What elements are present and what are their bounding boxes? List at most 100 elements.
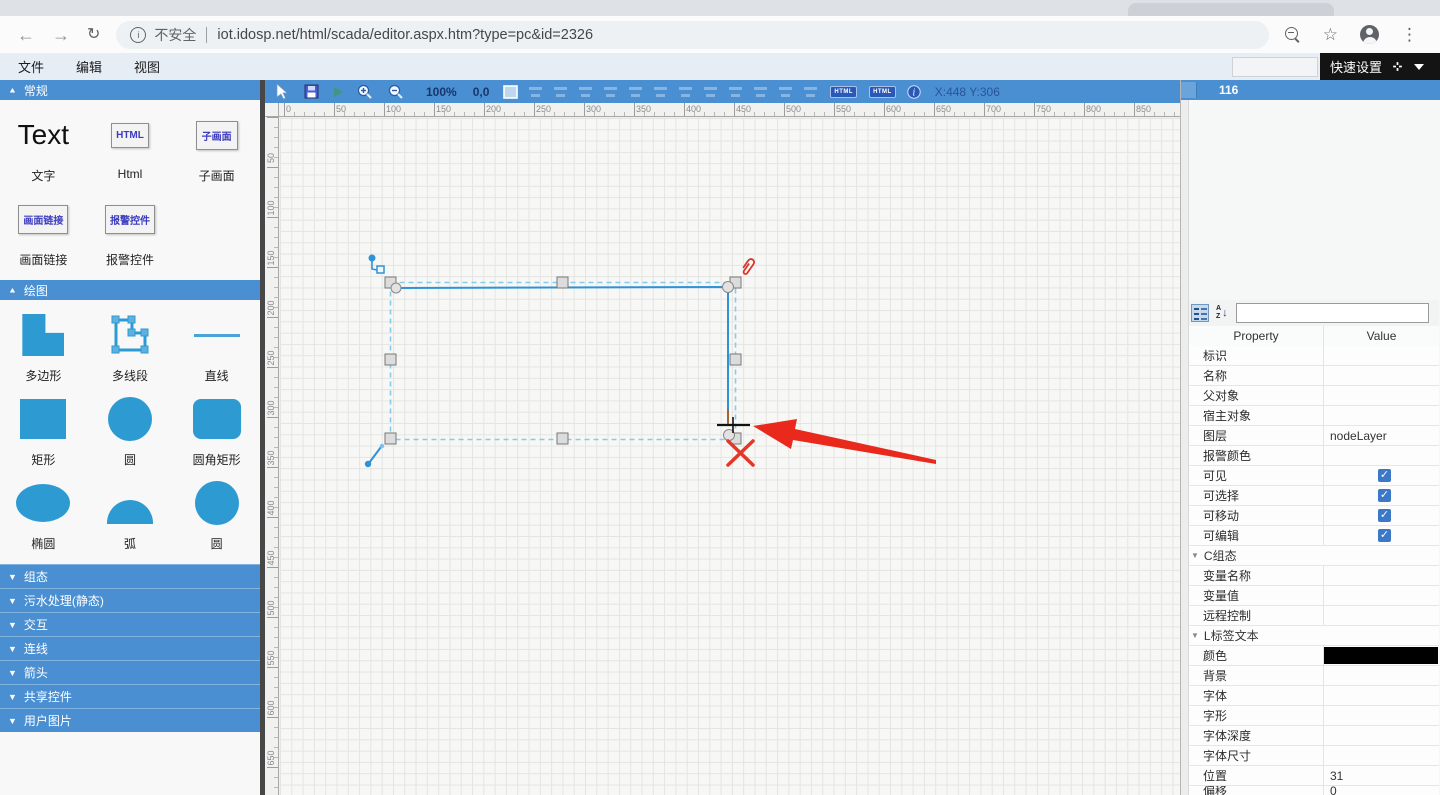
info-icon[interactable]: i [907, 84, 921, 99]
palette-item-rect[interactable]: 矩形 [0, 396, 87, 468]
align-left-icon[interactable] [578, 86, 593, 98]
palette-item-sub-screen[interactable]: 子画面 子画面 [173, 112, 260, 184]
palette-item-rounded-rect[interactable]: 圆角矩形 [173, 396, 260, 468]
property-filter-input[interactable] [1235, 303, 1429, 323]
property-value-3[interactable] [1323, 406, 1439, 425]
property-value-2[interactable] [1323, 386, 1439, 405]
selection-handle[interactable] [729, 353, 742, 366]
categorized-view-icon[interactable] [1191, 304, 1209, 322]
browser-tab[interactable] [1128, 3, 1334, 16]
preview-html-icon[interactable]: HTML [869, 85, 896, 98]
bookmark-star-icon[interactable]: ☆ [1323, 26, 1338, 43]
page-info-icon[interactable]: i [130, 26, 147, 43]
checkbox-checked[interactable]: ✓ [1378, 529, 1391, 542]
reload-icon[interactable]: ↻ [87, 26, 100, 43]
same-height-icon[interactable] [753, 86, 768, 98]
panel-scroll-gutter[interactable] [1181, 100, 1189, 795]
property-value-18[interactable] [1323, 706, 1439, 725]
property-value-22[interactable]: 0 [1323, 786, 1439, 795]
section-header-gongxiangkongjian[interactable]: ▼ 共享控件 [0, 684, 260, 708]
property-value-19[interactable] [1323, 726, 1439, 745]
property-value-6[interactable]: ✓ [1323, 466, 1439, 485]
property-value-8[interactable]: ✓ [1323, 506, 1439, 525]
property-value-13[interactable] [1323, 606, 1439, 625]
palette-item-circle-2[interactable]: 圆 [173, 480, 260, 552]
section-header-general[interactable]: ▲ 常规 [0, 80, 260, 100]
palette-item-arc[interactable]: 弧 [87, 480, 174, 552]
section-header-yonghutupian[interactable]: ▼ 用户图片 [0, 708, 260, 732]
align-bottom-icon[interactable] [703, 86, 718, 98]
checkbox-checked[interactable]: ✓ [1378, 489, 1391, 502]
group-collapse-icon[interactable]: ▼ [1191, 551, 1199, 560]
palette-item-ellipse[interactable]: 椭圆 [0, 480, 87, 552]
distribute-vertical-icon[interactable] [803, 86, 818, 98]
property-value-21[interactable]: 31 [1323, 766, 1439, 785]
dock-icon[interactable] [1391, 60, 1404, 73]
palette-item-text[interactable]: Text 文字 [0, 112, 87, 184]
section-header-drawing[interactable]: ▲ 绘图 [0, 280, 260, 300]
selection-handle[interactable] [556, 432, 569, 445]
property-value-7[interactable]: ✓ [1323, 486, 1439, 505]
url-field[interactable]: i 不安全 iot.idosp.net/html/scada/editor.as… [116, 20, 1269, 49]
palette-item-html[interactable]: HTML Html [87, 112, 174, 184]
selection-handle[interactable] [384, 432, 397, 445]
alarm-widget-button[interactable]: 报警控件 [104, 204, 155, 234]
editor-canvas[interactable] [280, 118, 1180, 795]
section-header-wushuichuli[interactable]: ▼ 污水处理(静态) [0, 588, 260, 612]
property-value-0[interactable] [1323, 346, 1439, 365]
sort-alphabetical-icon[interactable]: A Z ↓ [1216, 305, 1228, 321]
save-icon[interactable] [304, 84, 319, 99]
color-swatch[interactable] [1324, 647, 1438, 664]
menu-inset-field[interactable] [1232, 57, 1318, 77]
canvas-settings-icon[interactable] [503, 84, 519, 99]
checkbox-checked[interactable]: ✓ [1378, 469, 1391, 482]
menu-item-2[interactable]: 视图 [134, 57, 160, 76]
section-header-jiaohu[interactable]: ▼ 交互 [0, 612, 260, 636]
property-value-1[interactable] [1323, 366, 1439, 385]
section-header-zutai[interactable]: ▼ 组态 [0, 564, 260, 588]
forward-icon[interactable]: → [52, 26, 70, 44]
ungroup-icon[interactable] [553, 86, 568, 98]
selection-handle[interactable] [384, 353, 397, 366]
export-html-icon[interactable]: HTML [830, 85, 858, 98]
polyline-vertex-node[interactable] [722, 281, 734, 293]
align-top-icon[interactable] [653, 86, 668, 98]
property-value-11[interactable] [1323, 566, 1439, 585]
property-value-15[interactable] [1323, 646, 1439, 665]
selection-handle[interactable] [556, 276, 569, 289]
palette-item-polyline[interactable]: 多线段 [87, 312, 174, 384]
menu-item-0[interactable]: 文件 [18, 57, 44, 76]
align-right-icon[interactable] [628, 86, 643, 98]
property-value-4[interactable]: nodeLayer [1323, 426, 1439, 445]
html-button[interactable]: HTML [111, 122, 149, 148]
polyline-vertex-node[interactable] [390, 282, 402, 294]
run-preview-icon[interactable] [333, 86, 344, 98]
palette-item-circle[interactable]: 圆 [87, 396, 174, 468]
section-header-lianxian[interactable]: ▼ 连线 [0, 636, 260, 660]
zoom-indicator-icon[interactable] [1284, 26, 1301, 43]
property-value-5[interactable] [1323, 446, 1439, 465]
sub-screen-button[interactable]: 子画面 [195, 120, 238, 150]
quick-settings-dropdown-icon[interactable] [1414, 63, 1425, 70]
palette-item-line[interactable]: 直线 [173, 312, 260, 384]
palette-item-polygon[interactable]: 多边形 [0, 312, 87, 384]
pointer-tool-icon[interactable] [274, 83, 290, 100]
menu-item-1[interactable]: 编辑 [76, 57, 102, 76]
zoom-out-icon[interactable] [388, 84, 404, 100]
section-header-jiantou[interactable]: ▼ 箭头 [0, 660, 260, 684]
checkbox-checked[interactable]: ✓ [1378, 509, 1391, 522]
property-value-20[interactable] [1323, 746, 1439, 765]
align-center-icon[interactable] [603, 86, 618, 98]
align-middle-icon[interactable] [678, 86, 693, 98]
group-icon[interactable] [528, 86, 543, 98]
profile-avatar[interactable] [1360, 25, 1379, 44]
screen-link-button[interactable]: 画面链接 [18, 204, 69, 234]
panel-header-button[interactable] [1181, 82, 1197, 98]
property-value-9[interactable]: ✓ [1323, 526, 1439, 545]
quick-settings-bar[interactable]: 快速设置 [1320, 53, 1440, 80]
property-value-16[interactable] [1323, 666, 1439, 685]
property-value-12[interactable] [1323, 586, 1439, 605]
property-value-17[interactable] [1323, 686, 1439, 705]
back-icon[interactable]: ← [17, 26, 35, 44]
palette-item-screen-link[interactable]: 画面链接 画面链接 [0, 196, 87, 268]
